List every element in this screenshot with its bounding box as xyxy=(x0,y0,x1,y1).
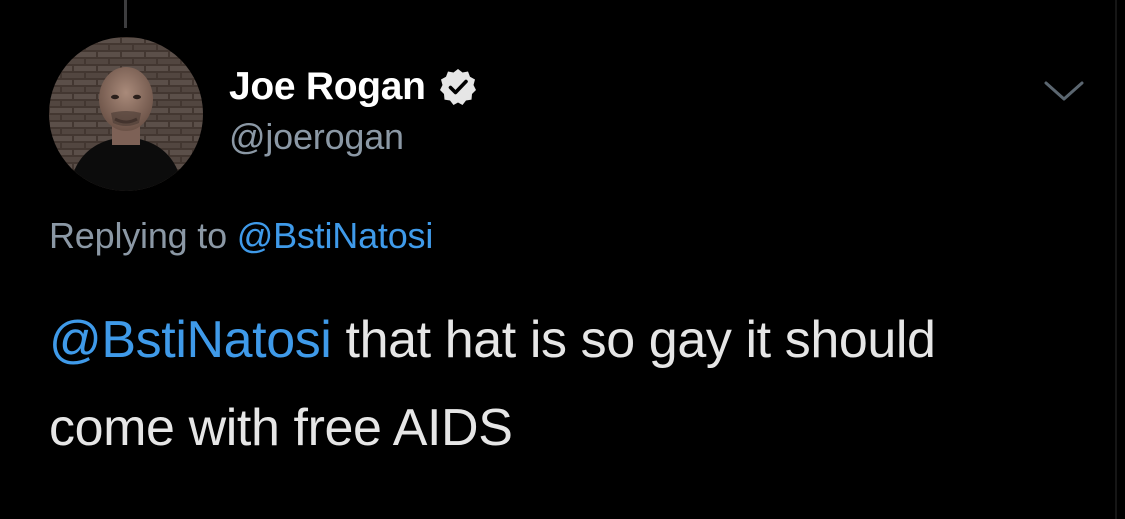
body-mention-link[interactable]: @BstiNatosi xyxy=(49,311,332,369)
replying-to-line: Replying to @BstiNatosi xyxy=(49,215,433,257)
author-name-row[interactable]: Joe Rogan xyxy=(229,62,478,112)
tweet-card: Joe Rogan @joerogan Replying to @BstiNat… xyxy=(0,0,1125,519)
avatar[interactable] xyxy=(49,37,203,191)
verified-badge-icon xyxy=(439,69,476,105)
replying-to-label: Replying to xyxy=(49,215,237,256)
thread-connector-line xyxy=(124,0,127,28)
chevron-down-icon[interactable] xyxy=(1042,78,1086,104)
tweet-body: @BstiNatosi that hat is so gay it should… xyxy=(49,296,1049,472)
author-handle[interactable]: @joerogan xyxy=(229,116,404,158)
author-display-name[interactable]: Joe Rogan xyxy=(229,65,426,109)
reply-to-mention-link[interactable]: @BstiNatosi xyxy=(237,215,434,256)
column-divider xyxy=(1115,0,1117,519)
